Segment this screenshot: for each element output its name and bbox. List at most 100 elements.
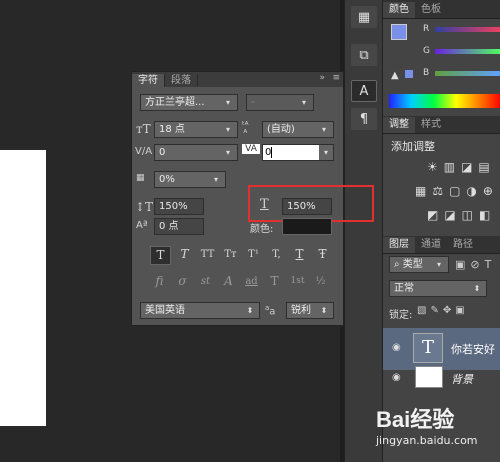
tab-paths[interactable]: 路径 — [447, 237, 479, 253]
layer-kind-filter[interactable]: ⌕ 类型 ▾ — [389, 256, 449, 273]
antialias-select[interactable]: 锐利 ⬍ — [286, 302, 334, 319]
language-value: 美国英语 — [145, 305, 185, 316]
chevron-down-icon: ▾ — [225, 98, 230, 107]
baseline-shift-icon: Aª — [136, 220, 148, 231]
tsume-select[interactable]: 0% ▾ — [154, 171, 226, 188]
tab-color[interactable]: 颜色 — [383, 2, 415, 18]
kerning-select[interactable]: 0 ▾ — [154, 144, 238, 161]
text-style-buttons: T T TT Tт T¹ T, T Ŧ — [150, 246, 332, 265]
strikethrough-button[interactable]: Ŧ — [313, 246, 332, 263]
tsume-icon: ▦ — [136, 173, 145, 183]
eye-icon[interactable]: ◉ — [392, 372, 401, 383]
chevron-icon: ⬍ — [473, 284, 481, 293]
tab-adjustments[interactable]: 调整 — [383, 117, 415, 133]
tab-paragraph[interactable]: 段落 — [165, 74, 198, 87]
baseline-shift-input[interactable]: 0 点 — [154, 218, 204, 235]
history-icon[interactable]: ⧉ — [351, 44, 377, 66]
vertical-scale-icon: ↕T — [135, 200, 154, 214]
small-caps-button[interactable]: Tт — [221, 246, 240, 263]
antialias-value: 锐利 — [291, 305, 311, 316]
g-slider[interactable] — [435, 49, 500, 54]
tracking-icon: VA — [242, 144, 260, 154]
tab-swatches[interactable]: 色板 — [415, 2, 447, 18]
search-icon: ⌕ — [394, 259, 403, 270]
chevron-down-icon: ▾ — [436, 260, 441, 269]
leading-select[interactable]: (自动) ▾ — [262, 121, 334, 138]
chevron-down-icon[interactable]: ▾ — [319, 145, 333, 160]
panel-menu-icon[interactable]: ≡ — [332, 73, 340, 83]
underline-button[interactable]: T — [290, 246, 309, 263]
text-color-swatch[interactable] — [282, 218, 332, 235]
superscript-button[interactable]: T¹ — [244, 246, 263, 263]
fractions-button[interactable]: ½ — [311, 273, 330, 290]
background-layer-thumb — [415, 366, 443, 388]
font-style-value: - — [251, 97, 255, 108]
adjust-icons-row1[interactable]: ☀▥◪▤ — [427, 160, 500, 174]
lock-icons[interactable]: ▧✎✥▣ — [417, 305, 469, 316]
layer-name: 你若安好 — [451, 343, 495, 356]
tab-channels[interactable]: 通道 — [415, 237, 447, 253]
chevron-icon: ⬍ — [246, 306, 254, 315]
b-slider[interactable] — [435, 71, 500, 76]
color-label: 颜色: — [250, 224, 274, 235]
chevron-down-icon: ▾ — [225, 125, 230, 134]
adjust-icons-row2[interactable]: ▦⚖▢◑⊕ — [415, 184, 500, 198]
g-label: G — [423, 46, 430, 56]
faux-bold-button[interactable]: T — [150, 246, 171, 265]
font-style-select[interactable]: - ▾ — [246, 94, 314, 111]
character-icon[interactable]: A — [351, 80, 377, 102]
chevron-down-icon: ▾ — [213, 175, 218, 184]
faux-italic-button[interactable]: T — [175, 246, 194, 263]
font-size-select[interactable]: 18 点 ▾ — [154, 121, 238, 138]
eye-icon[interactable]: ◉ — [392, 342, 401, 353]
swash-button[interactable]: A — [219, 273, 238, 290]
char-panel-tabbar: 字符 段落 » ≡ — [132, 72, 343, 87]
tab-styles[interactable]: 样式 — [415, 117, 447, 133]
adjust-icons-row3[interactable]: ◩◪◫◧ — [427, 208, 500, 222]
tsume-value: 0% — [159, 174, 175, 185]
font-family-select[interactable]: 方正兰亭超... ▾ — [140, 94, 238, 111]
chevron-down-icon: ▾ — [225, 148, 230, 157]
collapse-icon[interactable]: » — [319, 73, 325, 83]
leading-icon: ᵗᴬ ᴬ — [242, 121, 249, 139]
paragraph-icon[interactable]: ¶ — [351, 108, 377, 130]
titling-alternates-button[interactable]: T — [265, 273, 284, 290]
ligatures-button[interactable]: fi — [150, 273, 169, 290]
leading-value: (自动) — [267, 124, 295, 135]
font-size-icon: ᴛT — [136, 122, 151, 136]
kerning-icon: V/A — [135, 146, 153, 157]
gamut-swatch[interactable] — [405, 70, 413, 78]
blend-mode-select[interactable]: 正常 ⬍ — [389, 280, 487, 297]
lock-label: 锁定: — [389, 310, 413, 321]
foreground-color-swatch[interactable] — [391, 24, 407, 40]
layer-row-background[interactable]: ◉ 背景 — [383, 362, 500, 392]
layer-kind-label: 类型 — [402, 259, 423, 270]
kerning-value: 0 — [159, 147, 166, 158]
subscript-button[interactable]: T, — [267, 246, 286, 263]
color-tabbar: 颜色 色板 — [383, 0, 500, 19]
r-label: R — [423, 24, 430, 34]
document-canvas[interactable] — [0, 150, 46, 426]
color-spectrum[interactable] — [389, 94, 500, 108]
tab-layers[interactable]: 图层 — [383, 237, 415, 253]
adjust-tabbar: 调整 样式 — [383, 116, 500, 134]
discretionary-ligatures-button[interactable]: st — [196, 273, 215, 290]
dock-strip: ▦ ⧉ A ¶ — [344, 0, 382, 462]
tab-character[interactable]: 字符 — [132, 74, 165, 87]
r-slider[interactable] — [435, 27, 500, 32]
layer-filter-icons[interactable]: ▣⊘T — [455, 258, 496, 271]
all-caps-button[interactable]: TT — [198, 246, 217, 263]
text-caret — [271, 146, 273, 158]
warning-icon: ▲ — [391, 70, 399, 81]
old-style-button[interactable]: σ — [173, 273, 192, 290]
vertical-scale-input[interactable]: 150% — [154, 198, 204, 215]
layers-comp-icon[interactable]: ▦ — [351, 6, 377, 28]
right-panel: 颜色 色板 R G ▲ B 调整 样式 添加调整 ☀▥◪▤ ▦⚖▢◑⊕ ◩◪◫◧… — [382, 0, 500, 462]
stylistic-alternates-button[interactable]: ad — [242, 273, 261, 290]
language-select[interactable]: 美国英语 ⬍ — [140, 302, 260, 319]
horizontal-scale-input[interactable]: 150% — [282, 198, 332, 215]
ordinals-button[interactable]: 1st — [288, 273, 307, 290]
antialias-label: a — [269, 306, 276, 318]
tracking-input[interactable]: 0 ▾ — [262, 144, 334, 161]
chevron-icon: ⬍ — [320, 306, 328, 315]
